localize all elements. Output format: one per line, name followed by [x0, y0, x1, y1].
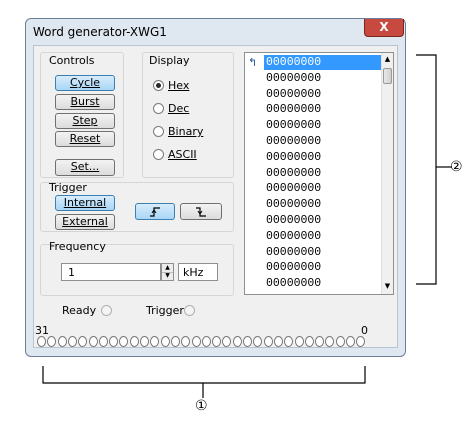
marker-2: ②: [450, 159, 463, 175]
annotation-overlay: [42, 54, 452, 398]
marker-1: ①: [195, 398, 208, 414]
bits-brace: [42, 366, 366, 384]
list-brace: [416, 54, 437, 285]
